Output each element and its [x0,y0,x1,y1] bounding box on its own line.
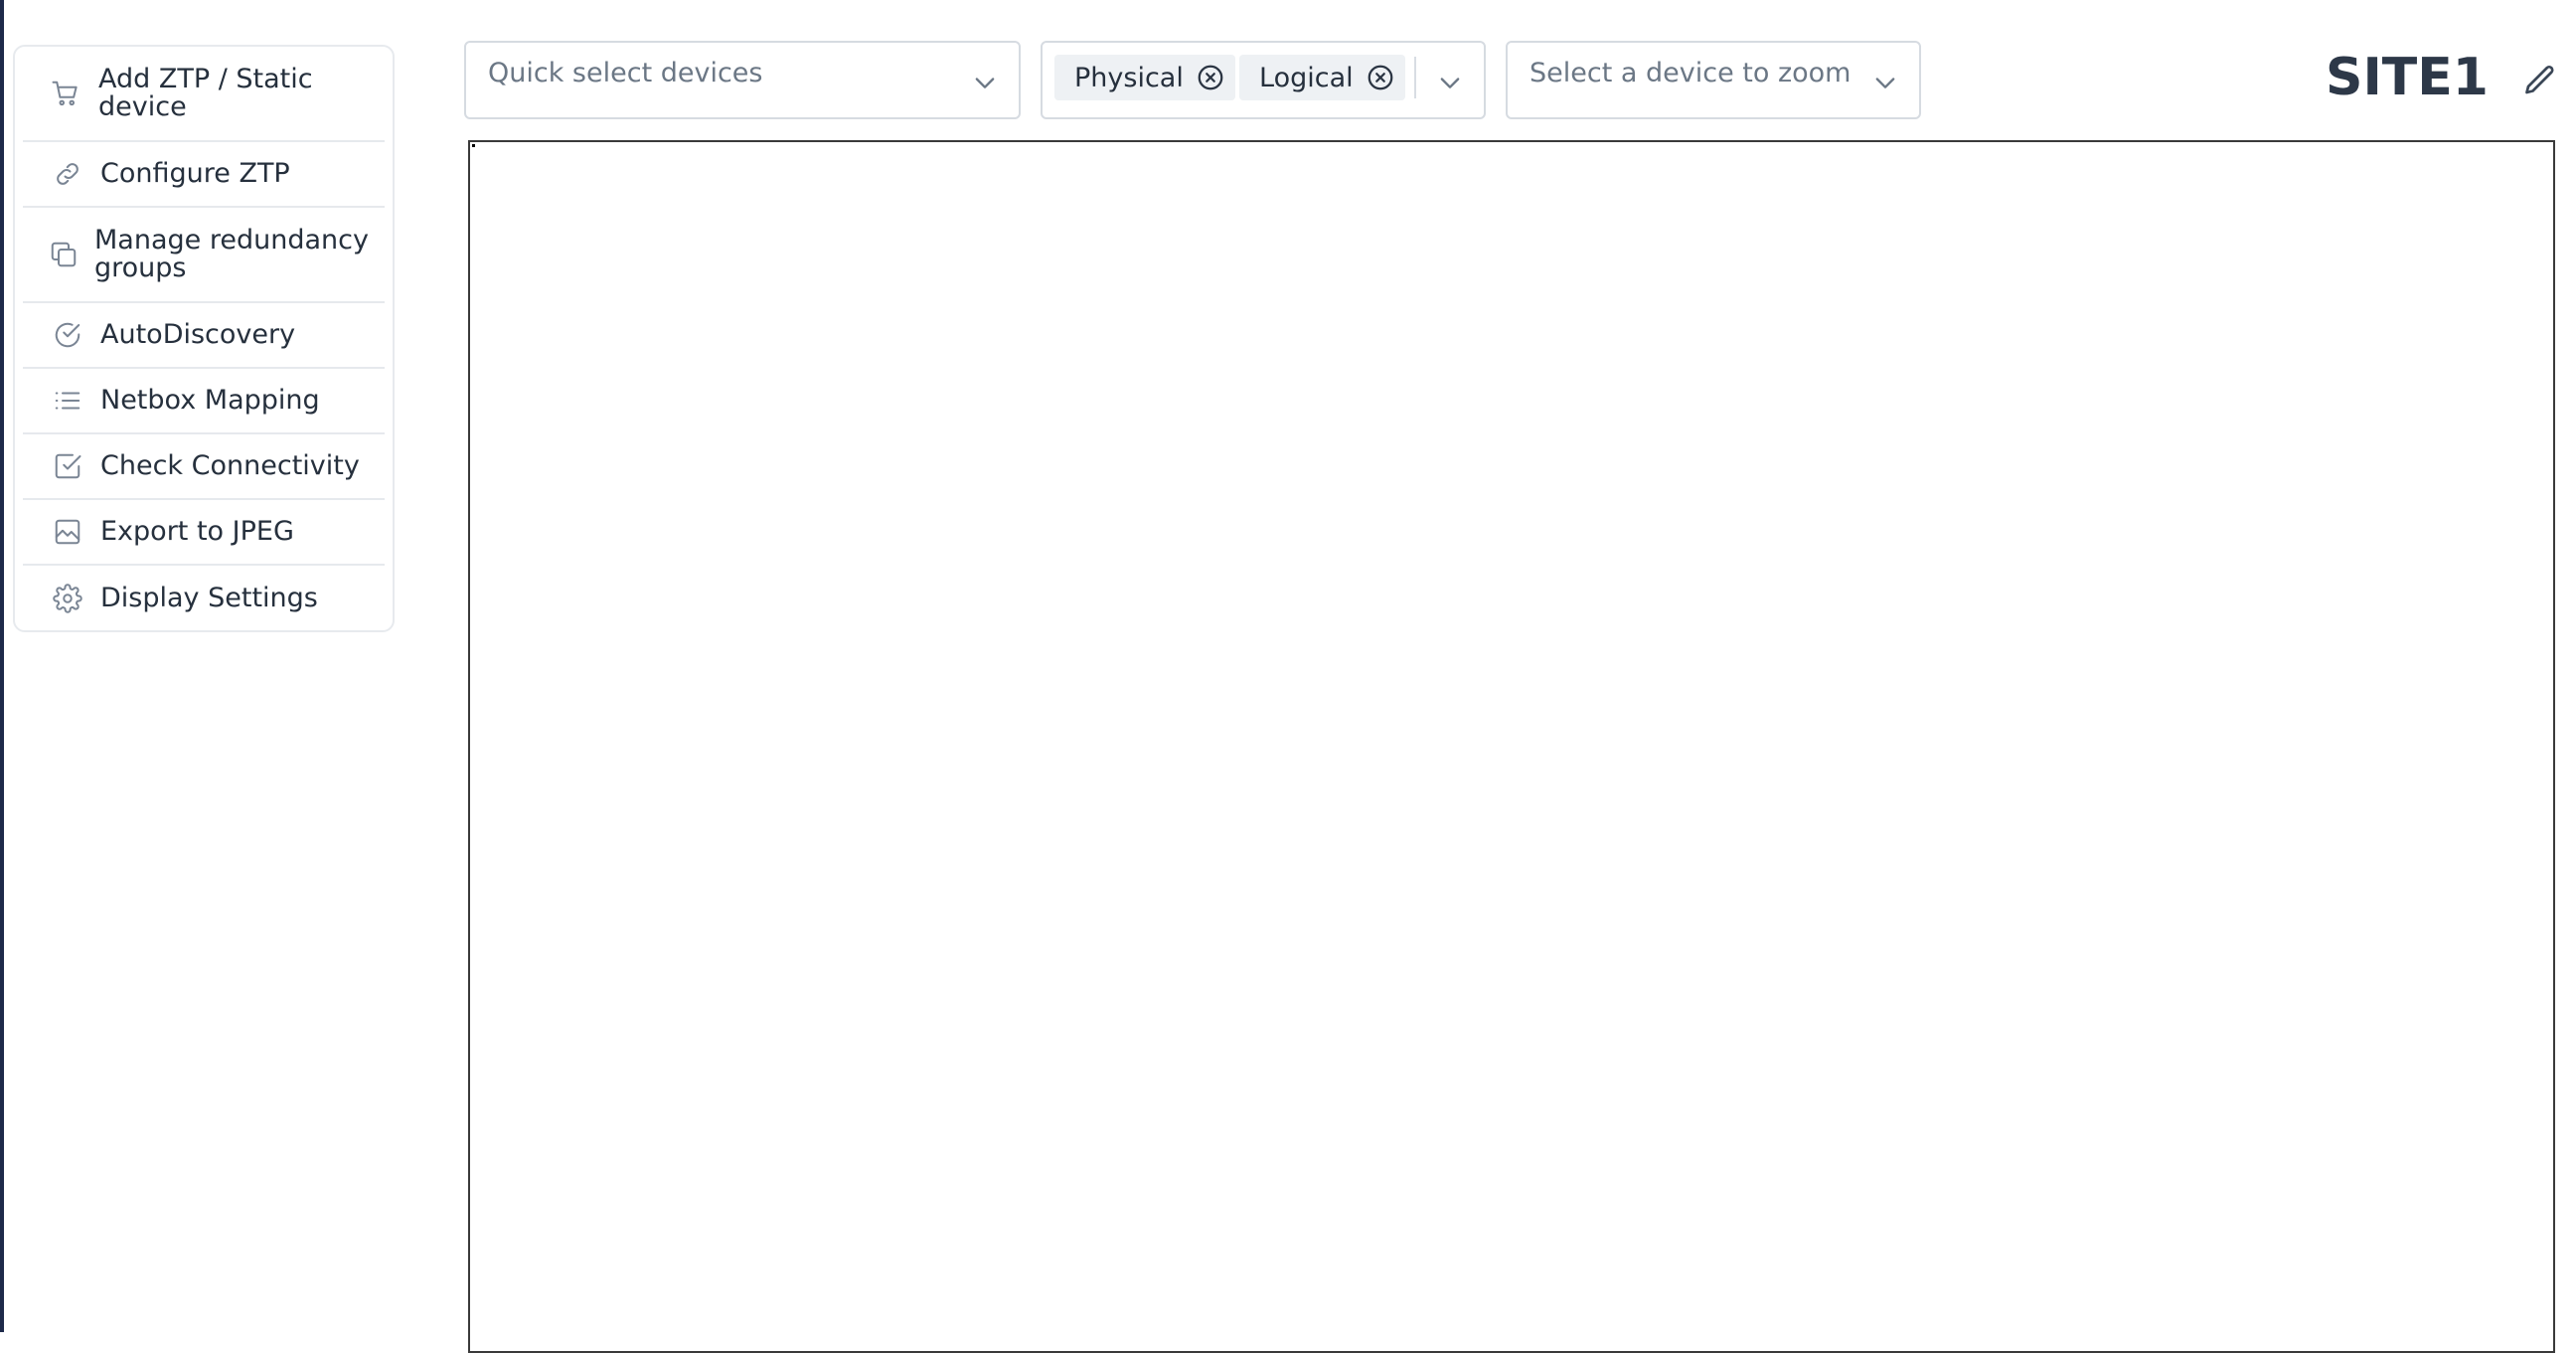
chip-remove-icon[interactable] [1196,63,1225,92]
chip-label: Logical [1259,62,1354,93]
menu-item-netbox-mapping[interactable]: Netbox Mapping [23,369,385,434]
copy-icon [47,238,80,271]
menu-item-configure-ztp[interactable]: Configure ZTP [23,142,385,208]
actions-menu: Add ZTP / Static device Configure ZTP Ma… [13,45,395,632]
menu-item-label: Configure ZTP [100,158,290,189]
chip-label: Physical [1074,62,1184,93]
image-icon [51,515,84,549]
zoom-select-placeholder: Select a device to zoom [1530,58,1852,88]
menu-item-autodiscovery[interactable]: AutoDiscovery [23,303,385,369]
layer-multiselect[interactable]: Physical Logical [1041,41,1486,119]
check-circle-icon [51,318,84,352]
menu-item-manage-redundancy-groups[interactable]: Manage redundancy groups [23,208,385,303]
chip-physical: Physical [1054,55,1235,100]
left-edge-bar [0,0,4,1332]
separator [1414,57,1416,98]
chevron-down-icon[interactable] [971,69,999,96]
menu-item-add-ztp-static-device[interactable]: Add ZTP / Static device [23,47,385,142]
zoom-device-dropdown[interactable]: Select a device to zoom [1506,41,1921,119]
list-icon [51,384,84,418]
cart-icon [49,77,82,110]
menu-item-label: Export to JPEG [100,516,294,547]
menu-item-label: Add ZTP / Static device [98,64,313,122]
menu-item-display-settings[interactable]: Display Settings [23,566,385,631]
canvas-marker [472,144,475,147]
chip-logical: Logical [1239,55,1405,100]
chip-remove-icon[interactable] [1366,63,1395,92]
gear-icon [51,582,84,615]
menu-item-label: Manage redundancy groups [94,225,369,283]
check-square-icon [51,449,84,483]
link-icon [51,157,84,191]
topology-canvas[interactable] [468,140,2555,1353]
menu-item-export-to-jpeg[interactable]: Export to JPEG [23,500,385,566]
menu-item-label: Netbox Mapping [100,385,320,416]
menu-item-label: AutoDiscovery [100,319,296,350]
menu-item-label: Display Settings [100,583,318,613]
menu-item-check-connectivity[interactable]: Check Connectivity [23,434,385,500]
quick-select-placeholder: Quick select devices [488,58,763,88]
site-title: SITE1 [2326,48,2489,107]
pencil-icon[interactable] [2522,63,2558,98]
quick-select-devices-dropdown[interactable]: Quick select devices [464,41,1021,119]
chevron-down-icon[interactable] [1436,69,1464,96]
chevron-down-icon[interactable] [1871,69,1899,96]
menu-item-label: Check Connectivity [100,450,360,481]
